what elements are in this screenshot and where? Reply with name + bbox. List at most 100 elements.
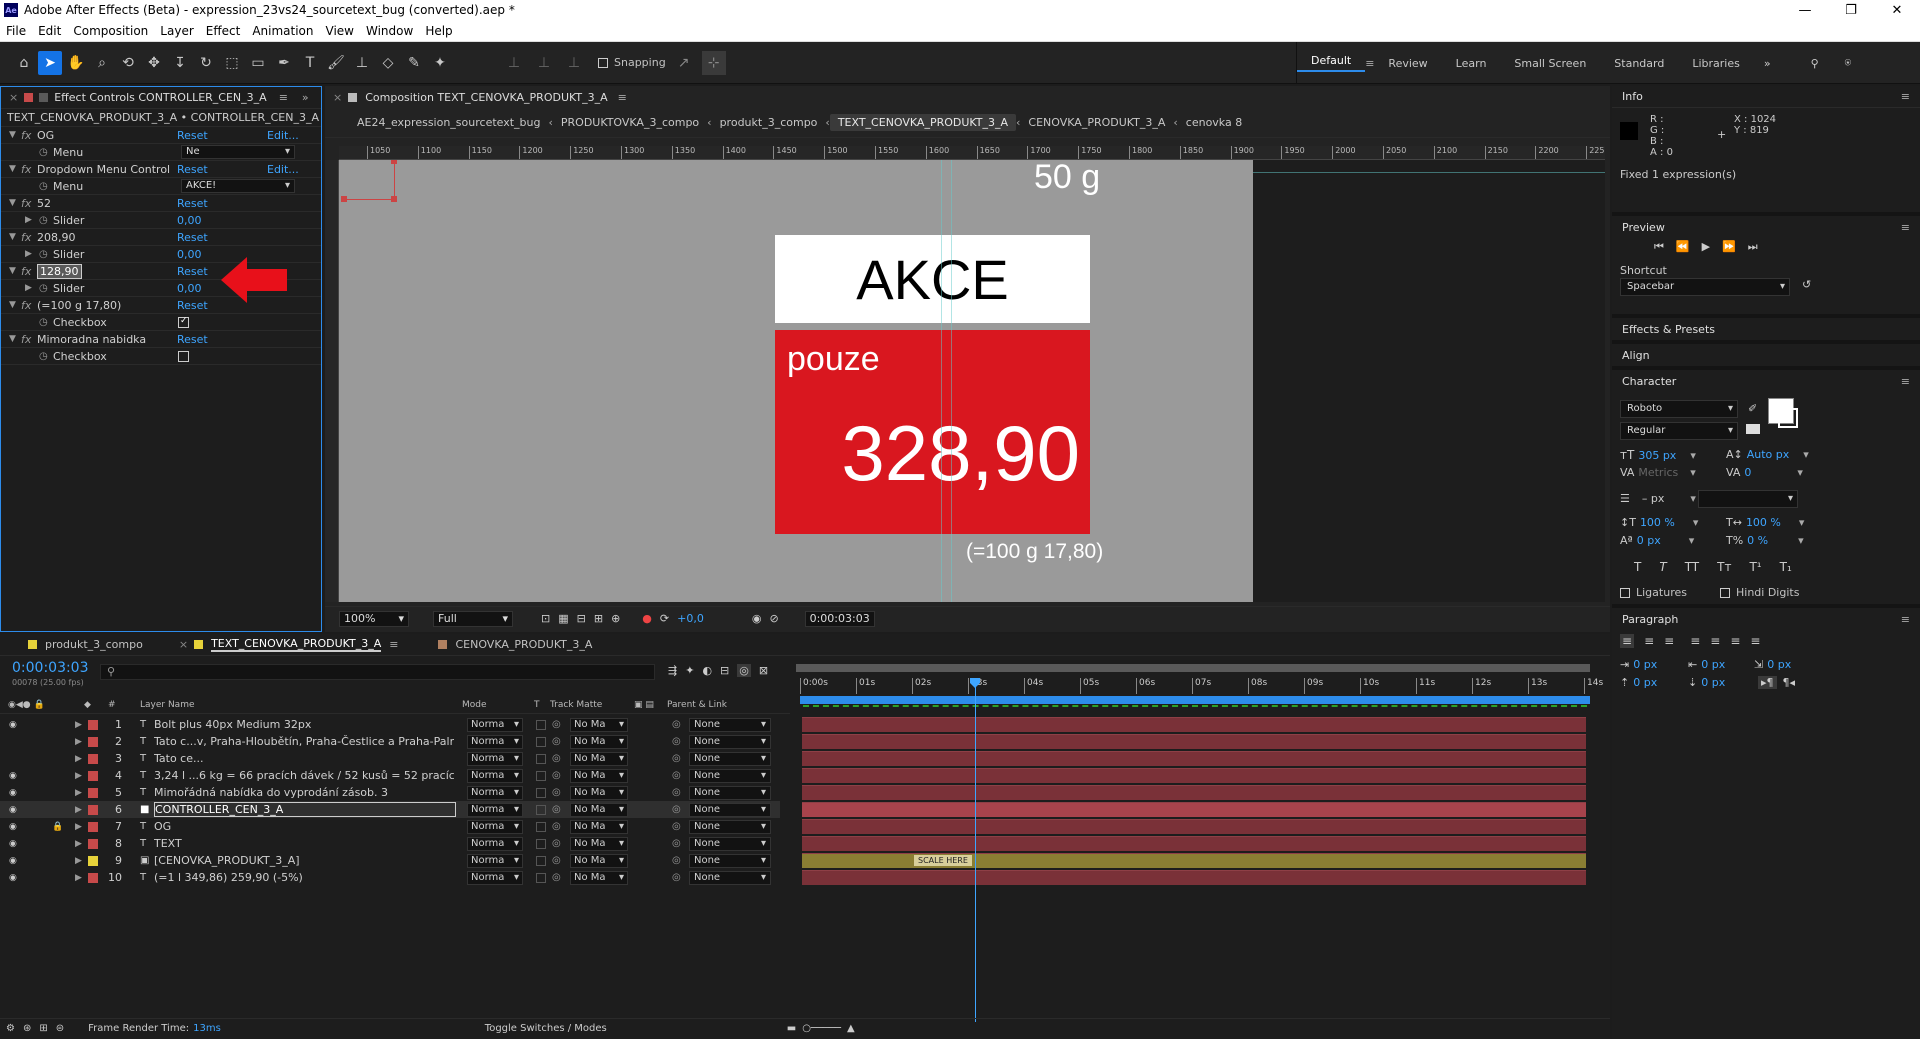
- crumb-produktovka[interactable]: PRODUKTOVKA_3_compo: [553, 116, 707, 129]
- guide-line[interactable]: [941, 160, 942, 602]
- slider-value[interactable]: 0,00: [177, 248, 202, 261]
- pan-behind-tool-icon[interactable]: ⬚: [220, 51, 244, 75]
- parent-dropdown[interactable]: None: [689, 751, 771, 766]
- workspace-review[interactable]: Review: [1374, 57, 1441, 70]
- effect-property-row[interactable]: ▶ ◷ Slider 0,00: [1, 212, 321, 229]
- tsume-value[interactable]: 0 %: [1747, 534, 1768, 547]
- layer-name[interactable]: 3,24 l ...6 kg = 66 pracích dávek / 52 k…: [154, 769, 454, 782]
- axis-local-icon[interactable]: ⊥: [502, 51, 526, 75]
- comp-timecode[interactable]: 0:00:03:03: [804, 610, 875, 627]
- roto-brush-icon[interactable]: ✎: [402, 51, 426, 75]
- comp-mini-flowchart-icon[interactable]: ⇶: [668, 664, 677, 677]
- fx-toggle-icon[interactable]: fx: [21, 333, 31, 346]
- effect-name[interactable]: Dropdown Menu Control: [37, 163, 170, 176]
- render-settings-icon[interactable]: ⚙: [6, 1023, 15, 1034]
- track-matte-dropdown[interactable]: No Ma: [570, 734, 628, 749]
- layer-row[interactable]: ▶ 3 T Tato ce... Norma ◎ No Ma ◎ None: [0, 750, 780, 767]
- timeline-timecode[interactable]: 0:00:03:03: [12, 660, 89, 676]
- rotate-tool-icon[interactable]: ↻: [194, 51, 218, 75]
- snapping-checkbox[interactable]: [598, 57, 608, 68]
- crumb-text-cenovka[interactable]: TEXT_CENOVKA_PRODUKT_3_A: [829, 114, 1017, 131]
- layer-twirl-icon[interactable]: ▶: [75, 737, 82, 747]
- pan-tool-icon[interactable]: ✥: [142, 51, 166, 75]
- justify-right-icon[interactable]: ≡: [1730, 634, 1740, 648]
- motion-blur-toggle-icon[interactable]: ⊛: [23, 1023, 31, 1034]
- faux-italic-button[interactable]: T: [1659, 560, 1666, 574]
- axis-world-icon[interactable]: ⊥: [532, 51, 556, 75]
- hindi-digits-checkbox[interactable]: [1720, 587, 1730, 598]
- matte-link-icon[interactable]: ◎: [552, 872, 561, 883]
- current-time-indicator[interactable]: [975, 682, 976, 1022]
- horizontal-scale-value[interactable]: 100 %: [1746, 516, 1781, 529]
- preserve-transparency-checkbox[interactable]: [536, 838, 546, 849]
- menu-dropdown[interactable]: Ne: [181, 145, 295, 159]
- expand-switches-icon[interactable]: ⊞: [39, 1023, 47, 1034]
- workspace-standard[interactable]: Standard: [1600, 57, 1678, 70]
- timeline-menu-icon[interactable]: ≡: [389, 638, 398, 651]
- justify-all-icon[interactable]: ≡: [1750, 634, 1760, 648]
- fx-toggle-icon[interactable]: fx: [21, 231, 31, 244]
- preserve-transparency-checkbox[interactable]: [536, 872, 546, 883]
- pen-tool-icon[interactable]: ✒: [272, 51, 296, 75]
- layer-label-color[interactable]: [88, 787, 98, 798]
- zoom-dropdown[interactable]: 100% ▾: [339, 610, 409, 627]
- track-matte-dropdown[interactable]: No Ma: [570, 819, 628, 834]
- snap-options-icon[interactable]: ↗: [672, 51, 696, 75]
- layer-bounding-box[interactable]: [343, 160, 395, 200]
- eye-icon[interactable]: ◉: [9, 839, 17, 849]
- eye-icon[interactable]: ◉: [9, 720, 17, 730]
- preserve-transparency-checkbox[interactable]: [536, 821, 546, 832]
- brush-tool-icon[interactable]: 🖌: [324, 51, 348, 75]
- effect-checkbox[interactable]: [178, 316, 189, 328]
- twirl-closed-icon[interactable]: ▶: [25, 283, 32, 293]
- justify-center-icon[interactable]: ≡: [1710, 634, 1720, 648]
- blend-mode-dropdown[interactable]: Norma: [467, 819, 523, 834]
- pick-whip-icon[interactable]: ◎: [672, 855, 681, 866]
- parent-dropdown[interactable]: None: [689, 768, 771, 783]
- pick-whip-icon[interactable]: ◎: [672, 736, 681, 747]
- axis-view-icon[interactable]: ⊥: [562, 51, 586, 75]
- matte-link-icon[interactable]: ◎: [552, 804, 561, 815]
- type-tool-icon[interactable]: T: [298, 51, 322, 75]
- parent-dropdown[interactable]: None: [689, 785, 771, 800]
- edit-link[interactable]: Edit...: [267, 129, 299, 142]
- layer-label-color[interactable]: [88, 872, 98, 883]
- layer-row[interactable]: ◉ ▶ 10 T (=1 l 349,86) 259,90 (-5%) Norm…: [0, 869, 780, 886]
- eye-icon[interactable]: ◉: [9, 856, 17, 866]
- work-area-bar[interactable]: [796, 664, 1590, 672]
- fx-toggle-icon[interactable]: fx: [21, 265, 31, 278]
- pick-whip-icon[interactable]: ◎: [672, 787, 681, 798]
- transform-handle[interactable]: [391, 196, 397, 202]
- blend-mode-dropdown[interactable]: Norma: [467, 853, 523, 868]
- space-before-value[interactable]: 0 px: [1633, 676, 1657, 689]
- stroke-width-value[interactable]: – px: [1642, 492, 1665, 505]
- fx-toggle-icon[interactable]: fx: [21, 197, 31, 210]
- track-matte-dropdown[interactable]: No Ma: [570, 853, 628, 868]
- parent-dropdown[interactable]: None: [689, 819, 771, 834]
- layer-row[interactable]: ▶ 2 T Tato c...v, Praha-Hloubětín, Praha…: [0, 733, 780, 750]
- render-time-icon[interactable]: ⊜: [56, 1023, 64, 1034]
- layer-label-color[interactable]: [88, 753, 98, 764]
- blend-mode-dropdown[interactable]: Norma: [467, 751, 523, 766]
- panel-menu-icon[interactable]: ≡: [279, 91, 288, 104]
- stopwatch-icon[interactable]: ◷: [39, 283, 48, 294]
- tab-cenovka-produkt[interactable]: CENOVKA_PRODUKT_3_A: [455, 638, 592, 651]
- grid-guides-icon[interactable]: ⊞: [594, 612, 603, 625]
- zoom-out-icon[interactable]: ▬: [787, 1023, 796, 1034]
- blend-mode-dropdown[interactable]: Norma: [467, 802, 523, 817]
- region-of-interest-icon[interactable]: ⊡: [541, 612, 550, 625]
- menu-view[interactable]: View: [320, 24, 360, 38]
- pick-whip-icon[interactable]: ◎: [672, 838, 681, 849]
- layer-row[interactable]: ◉ ▶ 9 ▣ [CENOVKA_PRODUKT_3_A] Norma ◎ No…: [0, 852, 780, 869]
- blend-mode-dropdown[interactable]: Norma: [467, 785, 523, 800]
- pick-whip-icon[interactable]: ◎: [672, 770, 681, 781]
- menu-dropdown[interactable]: AKCE!: [181, 179, 295, 193]
- mask-visibility-icon[interactable]: ⊟: [577, 612, 586, 625]
- blend-mode-dropdown[interactable]: Norma: [467, 836, 523, 851]
- close-timeline-tab-icon[interactable]: ×: [179, 638, 188, 651]
- track-matte-dropdown[interactable]: No Ma: [570, 802, 628, 817]
- justify-left-icon[interactable]: ≡: [1690, 634, 1700, 648]
- effect-row[interactable]: ▼ fx OG Reset Edit...: [1, 127, 321, 144]
- align-header[interactable]: Align: [1612, 344, 1920, 370]
- preserve-transparency-checkbox[interactable]: [536, 719, 546, 730]
